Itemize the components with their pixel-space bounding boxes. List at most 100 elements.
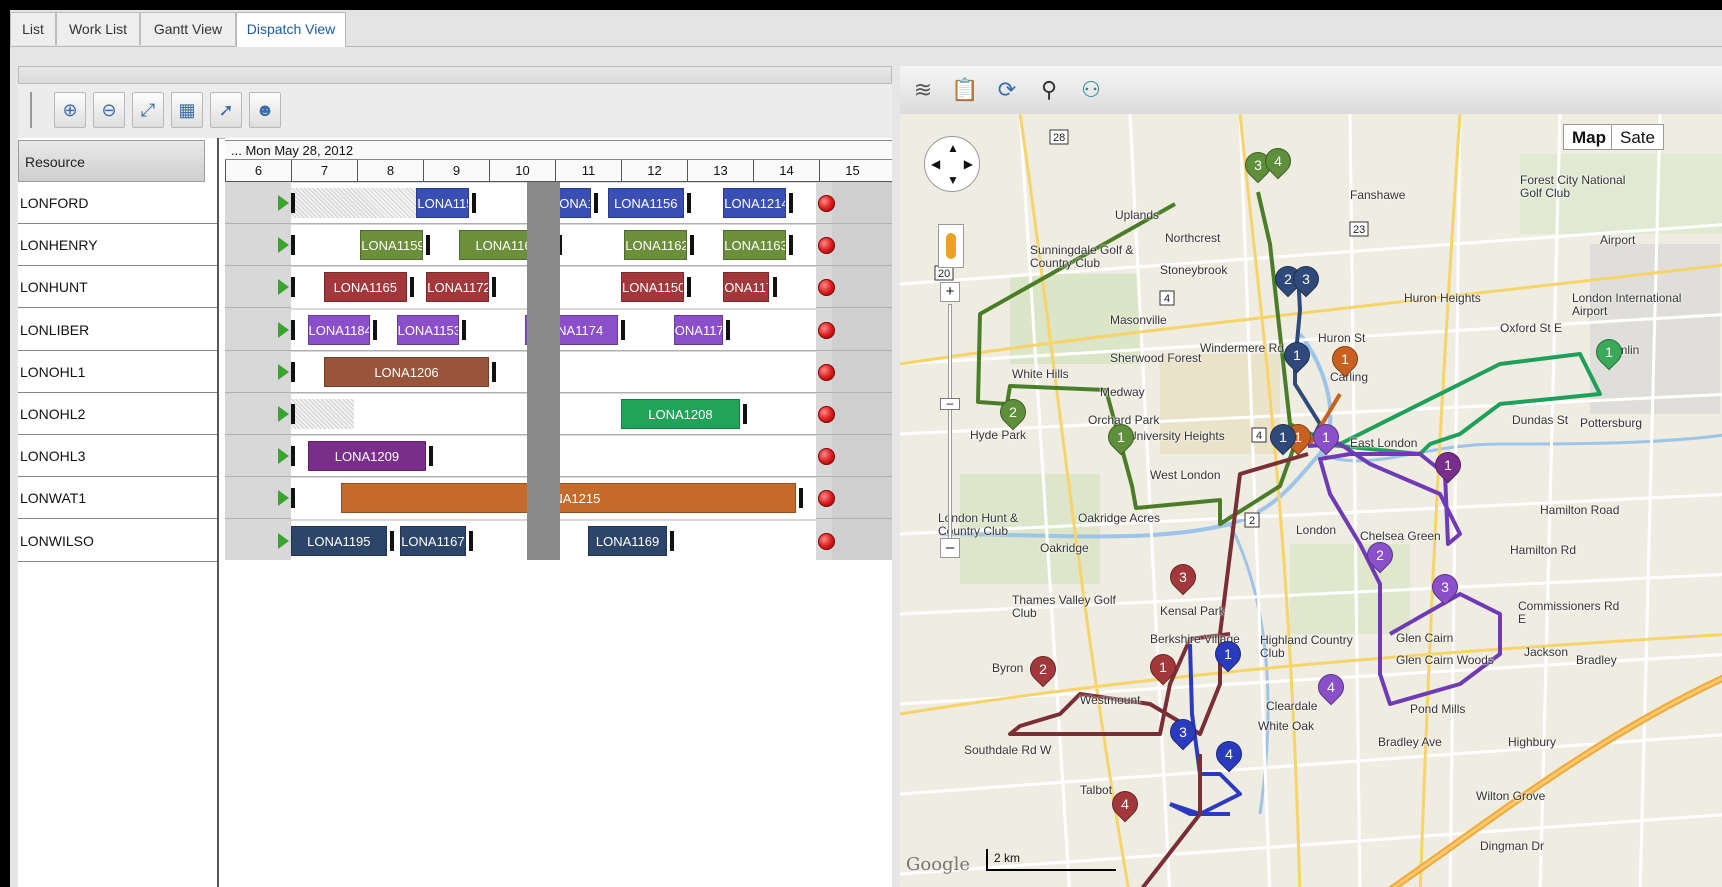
- job-bar[interactable]: LONA1158: [416, 188, 470, 218]
- toolbar-separator: [30, 92, 32, 128]
- job-bar[interactable]: LONA1172: [426, 272, 489, 303]
- job-bar[interactable]: LONA1165: [324, 272, 407, 303]
- clipboard-icon[interactable]: 📋: [950, 75, 980, 105]
- map-pan-control[interactable]: ▲ ▼ ◀ ▶: [924, 136, 980, 192]
- map-type-map-button[interactable]: Map: [1563, 124, 1615, 150]
- resource-row-lonohl1[interactable]: LONOHL1: [18, 351, 217, 393]
- shift-end-stop-icon[interactable]: [818, 532, 836, 550]
- calendar-icon[interactable]: ▦: [171, 92, 203, 128]
- map-place-label: Sunningdale Golf & Country Club: [1030, 243, 1134, 270]
- job-bar[interactable]: LONA1209: [307, 441, 427, 472]
- route-stop-number: 2: [1039, 661, 1047, 677]
- hour-label: 11: [555, 160, 621, 181]
- job-bar[interactable]: LONA1195: [291, 525, 387, 556]
- pan-left-icon[interactable]: ◀: [931, 157, 940, 171]
- shift-start-icon[interactable]: [277, 448, 289, 465]
- zoom-in-map-button[interactable]: +: [940, 282, 960, 302]
- shift-end-stop-icon[interactable]: [818, 363, 836, 381]
- tab-list[interactable]: List: [10, 12, 56, 45]
- resource-row-lonwat1[interactable]: LONWAT1: [18, 477, 217, 520]
- job-bar[interactable]: LONA1162: [624, 230, 687, 261]
- resource-row-lonwilso[interactable]: LONWILSO: [18, 520, 217, 562]
- shift-start-marker: [291, 193, 295, 213]
- map-place-label: Bradley Ave: [1378, 735, 1442, 749]
- fit-to-window-icon[interactable]: ⤢: [132, 92, 164, 128]
- map-place-label: Stoneybrook: [1160, 263, 1228, 277]
- map-place-label: Airport: [1600, 233, 1636, 247]
- job-bar[interactable]: LONA1150: [621, 272, 684, 303]
- select-pointer-icon[interactable]: ➚: [210, 92, 242, 128]
- route-stop-number: 3: [1441, 579, 1449, 595]
- map-canvas[interactable]: 28 23 4 4 20 2 Uplands Northcrest Fanshawe…: [900, 113, 1722, 887]
- job-bar[interactable]: LONA1153: [396, 314, 460, 345]
- route-stop-number: 4: [1121, 796, 1129, 812]
- shift-start-icon[interactable]: [277, 532, 289, 549]
- pan-right-icon[interactable]: ▶: [964, 157, 973, 171]
- job-bar[interactable]: LONA1156: [607, 188, 684, 218]
- map-place-label: Southdale Rd W: [964, 743, 1052, 757]
- resource-row-lonohl3[interactable]: LONOHL3: [18, 435, 217, 478]
- tab-dispatch-view[interactable]: Dispatch View: [236, 12, 346, 47]
- job-bar[interactable]: LONA1184: [307, 314, 371, 345]
- tab-gantt-view[interactable]: Gantt View: [140, 12, 236, 45]
- zoom-slider-track[interactable]: [948, 304, 952, 544]
- pan-up-icon[interactable]: ▲: [947, 141, 959, 155]
- resource-row-lonhenry[interactable]: LONHENRY: [18, 224, 217, 267]
- shift-start-icon[interactable]: [277, 195, 289, 211]
- shift-start-icon[interactable]: [277, 237, 289, 254]
- map-place-label: Hamilton Road: [1540, 503, 1620, 517]
- job-bar[interactable]: LONA1163: [723, 230, 786, 261]
- timeline-date-header: ... Mon May 28, 2012: [225, 140, 892, 160]
- map-place-label: Bradley: [1576, 653, 1617, 667]
- job-end-marker: [389, 530, 394, 551]
- zoom-in-icon[interactable]: ⊕: [54, 92, 86, 128]
- dispatch-worker-icon[interactable]: ☻: [249, 92, 281, 128]
- job-bar[interactable]: LONA1159: [360, 230, 423, 261]
- map-place-label: Westmount: [1080, 693, 1141, 707]
- people-route-icon[interactable]: ⚇: [1076, 75, 1106, 105]
- resource-row-lonliber[interactable]: LONLIBER: [18, 309, 217, 351]
- zoom-slider-handle[interactable]: –: [940, 397, 960, 410]
- job-bar[interactable]: LONA1215: [340, 483, 796, 514]
- street-view-pegman-icon[interactable]: [938, 224, 964, 268]
- shift-start-icon[interactable]: [277, 321, 289, 338]
- map-place-label: Medway: [1100, 385, 1145, 399]
- shift-start-icon[interactable]: [277, 490, 289, 507]
- map-panel: ≋ 📋 ⟳ ⚲ ⚇ 28 23 4 4 20 2 Uplands Northcr…: [900, 66, 1722, 887]
- route-stop-number: 1: [1605, 344, 1613, 360]
- job-bar[interactable]: ONA115: [558, 188, 592, 218]
- refresh-icon[interactable]: ⟳: [992, 75, 1022, 105]
- pan-down-icon[interactable]: ▼: [947, 173, 959, 187]
- job-bar[interactable]: ONA117: [723, 272, 770, 303]
- job-bar[interactable]: LONA1169: [588, 525, 668, 556]
- job-end-marker: [594, 193, 599, 213]
- shift-start-icon[interactable]: [277, 363, 289, 380]
- shift-start-icon[interactable]: [277, 406, 289, 422]
- resource-row-lonford[interactable]: LONFORD: [18, 182, 217, 224]
- resource-row-lonhunt[interactable]: LONHUNT: [18, 266, 217, 309]
- job-end-marker: [472, 193, 477, 213]
- job-end-marker: [409, 277, 414, 298]
- map-type-satellite-button[interactable]: Sate: [1611, 124, 1664, 150]
- map-place-label: Glen Cairn: [1396, 631, 1454, 645]
- map-pin-icon[interactable]: ⚲: [1034, 75, 1064, 105]
- route-stop-number: 1: [1117, 429, 1125, 445]
- job-bar[interactable]: LONA1206: [324, 356, 489, 387]
- route-stop-number: 3: [1179, 724, 1187, 740]
- shift-start-marker: [291, 361, 295, 382]
- job-bar[interactable]: LONA1208: [621, 399, 740, 429]
- zoom-out-map-button[interactable]: –: [940, 538, 960, 558]
- job-end-marker: [726, 319, 731, 340]
- layers-icon[interactable]: ≋: [908, 75, 938, 105]
- job-bar[interactable]: LONA1167: [399, 525, 466, 556]
- zoom-out-icon[interactable]: ⊖: [93, 92, 125, 128]
- job-bar[interactable]: ONA117: [673, 314, 724, 345]
- map-place-label: Kensal Park: [1160, 604, 1225, 618]
- job-bar[interactable]: LONA1214: [723, 188, 786, 218]
- map-toolbar: ≋ 📋 ⟳ ⚲ ⚇: [900, 66, 1722, 115]
- shift-start-icon[interactable]: [277, 279, 289, 296]
- tab-work-list[interactable]: Work List: [56, 12, 140, 45]
- shift-end-stop-icon[interactable]: [818, 321, 836, 339]
- resource-row-lonohl2[interactable]: LONOHL2: [18, 393, 217, 435]
- resource-column-header[interactable]: Resource: [18, 140, 205, 182]
